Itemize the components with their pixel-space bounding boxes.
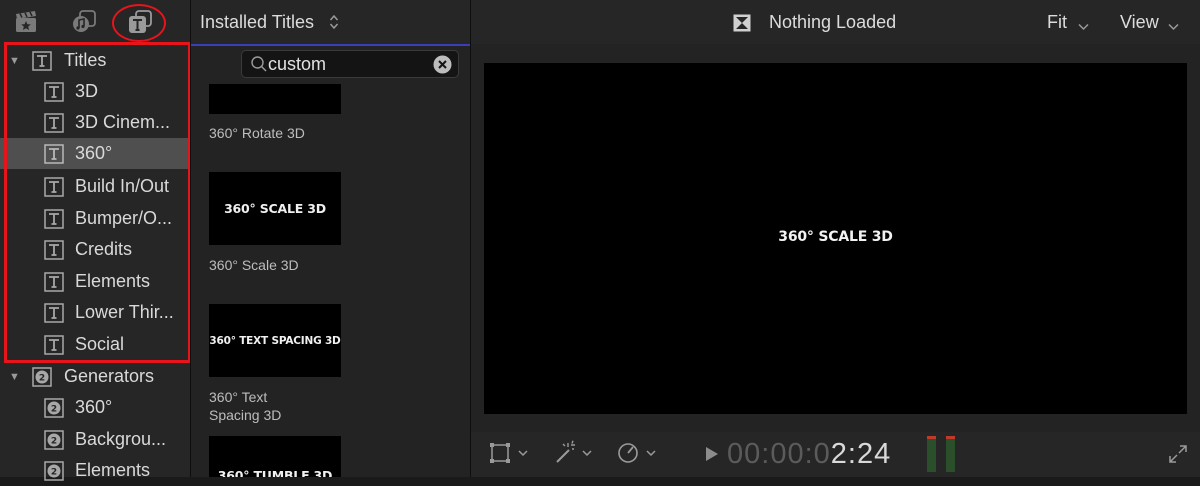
clear-search-icon[interactable] [433, 55, 452, 74]
browser-header: Installed Titles [191, 0, 470, 46]
sidebar-item-generator-elements[interactable]: 2 Elements [0, 455, 190, 486]
fullscreen-icon[interactable] [1168, 444, 1188, 469]
browser-title[interactable]: Installed Titles [200, 12, 314, 33]
sidebar-item-label: 360° [75, 397, 113, 417]
title-t-icon [44, 334, 64, 355]
disclosure-triangle-icon[interactable]: ▼ [9, 55, 20, 67]
sidebar-item-lower-thirds[interactable]: Lower Thir... [0, 297, 190, 328]
speed-gauge-icon[interactable] [617, 440, 661, 471]
sidebar-item-label: Bumper/O... [75, 208, 173, 228]
sidebar-item-label: Credits [75, 239, 133, 259]
fit-menu[interactable]: Fit [1047, 12, 1067, 33]
sidebar-item-3d[interactable]: 3D [0, 76, 190, 107]
title-t-icon [44, 81, 64, 102]
canvas-title-text: 360° SCALE 3D [778, 229, 893, 245]
thumbnail-text: 360° TEXT SPACING 3D [209, 334, 341, 347]
viewer-header: Nothing Loaded Fit View [471, 0, 1200, 44]
sidebar-item-label: Build In/Out [75, 176, 170, 196]
sidebar-item-elements[interactable]: Elements [0, 266, 190, 297]
generator-icon: 2 [44, 460, 64, 481]
title-t-icon [44, 112, 64, 133]
category-label: Titles [64, 50, 107, 70]
up-down-chevron-icon[interactable] [329, 13, 339, 36]
thumbnail-text: 360° TUMBLE 3D [217, 468, 333, 477]
chevron-down-icon[interactable] [1168, 18, 1179, 36]
audio-meter-left [927, 436, 936, 472]
title-thumbnail[interactable]: 360° TEXT SPACING 3D [209, 304, 341, 377]
titles-browser: Installed Titles custom 360° Rotate 3D 3… [191, 0, 470, 477]
timecode-display[interactable]: 00:00:02:24 [727, 438, 891, 471]
sidebar-item-label: 3D Cinem... [75, 112, 171, 132]
title-t-icon [44, 302, 64, 323]
generator-icon: 2 [32, 366, 52, 387]
generator-icon: 2 [44, 429, 64, 450]
title-t-icon [44, 239, 64, 260]
sidebar-item-3d-cinematic[interactable]: 3D Cinem... [0, 107, 190, 138]
viewer-status: Nothing Loaded [769, 12, 897, 32]
sidebar-item-label: Elements [75, 460, 151, 480]
timecode-dim: 00:00:0 [727, 438, 831, 470]
disclosure-triangle-icon[interactable]: ▼ [9, 371, 20, 383]
sidebar-item-label: 360° [75, 143, 113, 163]
viewer-footer: 00:00:02:24 [471, 432, 1200, 477]
viewer-canvas[interactable]: 360° SCALE 3D [484, 63, 1187, 414]
sidebar-item-label: Backgrou... [75, 429, 167, 449]
title-thumbnail[interactable]: 360° TUMBLE 3D [209, 436, 341, 477]
title-t-icon [44, 271, 64, 292]
title-t-icon [32, 50, 52, 71]
viewer: Nothing Loaded Fit View 360° SCALE 3D 00… [471, 0, 1200, 477]
search-input[interactable]: custom [268, 54, 326, 75]
clapper-star-icon[interactable] [12, 8, 40, 36]
title-t-icon [44, 208, 64, 229]
title-thumbnail[interactable] [209, 84, 341, 114]
view-menu[interactable]: View [1120, 12, 1159, 33]
title-t-icon [44, 176, 64, 197]
audio-meter-right [946, 436, 955, 472]
sidebar-item-build-in-out[interactable]: Build In/Out [0, 171, 190, 202]
svg-text:2: 2 [51, 436, 57, 446]
title-label: 360° Text Spacing 3D [209, 389, 282, 423]
sidebar-item-backgrounds[interactable]: 2 Backgrou... [0, 424, 190, 455]
chevron-down-icon[interactable] [1078, 18, 1089, 36]
sidebar-item-bumper-opener[interactable]: Bumper/O... [0, 203, 190, 234]
sidebar-item-label: 3D [75, 81, 99, 101]
search-field[interactable]: custom [241, 50, 459, 78]
sidebar-item-label: Elements [75, 271, 151, 291]
hourglass-icon [733, 14, 751, 32]
thumbnail-text: 360° SCALE 3D [224, 201, 326, 216]
highlight-oval [112, 4, 166, 42]
title-t-icon [44, 143, 64, 164]
sidebar-toolbar [0, 0, 190, 44]
svg-text:2: 2 [51, 404, 57, 414]
svg-text:2: 2 [51, 467, 57, 477]
sidebar-item-label: Lower Thir... [75, 302, 174, 322]
title-label: 360° Rotate 3D [209, 125, 305, 141]
timecode-bright: 2:24 [830, 438, 892, 470]
category-generators[interactable]: ▼ 2 Generators [0, 361, 190, 392]
title-thumbnail[interactable]: 360° SCALE 3D [209, 172, 341, 245]
magic-wand-icon[interactable] [553, 440, 597, 471]
sidebar-item-label: Social [75, 334, 125, 354]
svg-text:2: 2 [39, 373, 45, 383]
title-label: 360° Scale 3D [209, 257, 299, 273]
category-titles[interactable]: ▼ Titles [0, 45, 190, 76]
generator-icon: 2 [44, 397, 64, 418]
music-photo-icon[interactable] [70, 8, 98, 36]
library-sidebar: ▼ Titles 3D 3D Cinem... 360° Build In/Ou… [0, 0, 191, 481]
category-label: Generators [64, 366, 155, 386]
sidebar-item-credits[interactable]: Credits [0, 234, 190, 265]
transform-icon[interactable] [489, 440, 533, 471]
search-icon [250, 55, 268, 73]
sidebar-item-generator-360[interactable]: 2 360° [0, 392, 190, 423]
play-icon[interactable] [705, 446, 719, 467]
sidebar-item-social[interactable]: Social [0, 329, 190, 360]
sidebar-item-360[interactable]: 360° [0, 138, 190, 169]
